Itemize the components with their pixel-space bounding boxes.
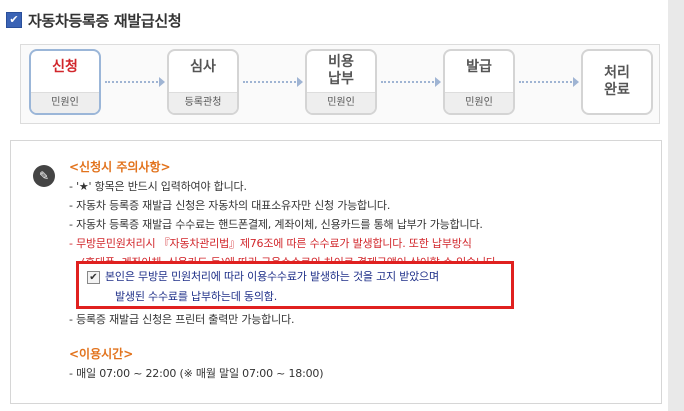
page-title: 자동차등록증 재발급신청 xyxy=(28,11,182,30)
hours-line: - 매일 07:00 ~ 22:00 (※ 매월 말일 07:00 ~ 18:0… xyxy=(69,367,324,380)
consent-checkbox[interactable]: ✔ xyxy=(87,271,100,284)
caution-title: <신청시 주의사항> xyxy=(69,160,171,174)
consent-text: 발생된 수수료를 납부하는데 동의함. xyxy=(115,290,277,303)
step-payment: 비용 납부 민원인 xyxy=(305,49,377,115)
caution-line: - 자동차 등록증 재발급 신청은 자동차의 대표소유자만 신청 가능합니다. xyxy=(69,199,391,212)
arrow-right-icon xyxy=(297,77,303,87)
step-apply: 신청 민원인 xyxy=(29,49,101,115)
arrow-right-icon xyxy=(435,77,441,87)
step-arrow xyxy=(519,81,575,83)
title-checkbox-icon: ✔ xyxy=(6,12,22,28)
step-label: 심사 xyxy=(190,59,216,75)
consent-box[interactable]: ✔ 본인은 무방문 민원처리에 따라 이용수수료가 발생하는 것을 고지 받았으… xyxy=(76,261,514,309)
step-issue: 발급 민원인 xyxy=(443,49,515,115)
step-label: 발급 xyxy=(466,59,492,75)
step-arrow xyxy=(381,81,437,83)
arrow-right-icon xyxy=(159,77,165,87)
consent-text: 본인은 무방문 민원처리에 따라 이용수수료가 발생하는 것을 고지 받았으며 xyxy=(105,270,439,283)
caution-line: - 자동차 등록증 재발급 수수료는 핸드폰결제, 계좌이체, 신용카드를 통해… xyxy=(69,218,483,231)
step-arrow xyxy=(243,81,299,83)
step-label: 신청 xyxy=(52,59,78,75)
application-panel: ✔ 자동차등록증 재발급신청 신청 민원인 심사 등록관청 비용 납부 민원인 … xyxy=(0,0,668,411)
step-label: 처리 완료 xyxy=(604,65,630,98)
step-actor: 등록관청 xyxy=(169,92,237,113)
caution-line-warning: - 무방문민원처리시 『자동차관리법』제76조에 따른 수수료가 발생합니다. … xyxy=(69,237,472,250)
step-complete: 처리 완료 xyxy=(581,49,653,115)
step-actor: 민원인 xyxy=(31,92,99,113)
step-review: 심사 등록관청 xyxy=(167,49,239,115)
step-actor: 민원인 xyxy=(307,92,375,113)
page-header: ✔ 자동차등록증 재발급신청 xyxy=(6,10,182,30)
step-label: 비용 납부 xyxy=(328,54,354,87)
speech-note-icon: ✎ xyxy=(33,165,55,187)
hours-title: <이용시간> xyxy=(69,347,134,361)
process-steps: 신청 민원인 심사 등록관청 비용 납부 민원인 발급 민원인 처리 완료 xyxy=(20,44,660,124)
caution-line: - '★' 항목은 반드시 입력하여야 합니다. xyxy=(69,180,247,193)
step-actor: 민원인 xyxy=(445,92,513,113)
caution-line: - 등록증 재발급 신청은 프린터 출력만 가능합니다. xyxy=(69,313,295,326)
step-arrow xyxy=(105,81,161,83)
page-background xyxy=(668,0,684,411)
arrow-right-icon xyxy=(573,77,579,87)
